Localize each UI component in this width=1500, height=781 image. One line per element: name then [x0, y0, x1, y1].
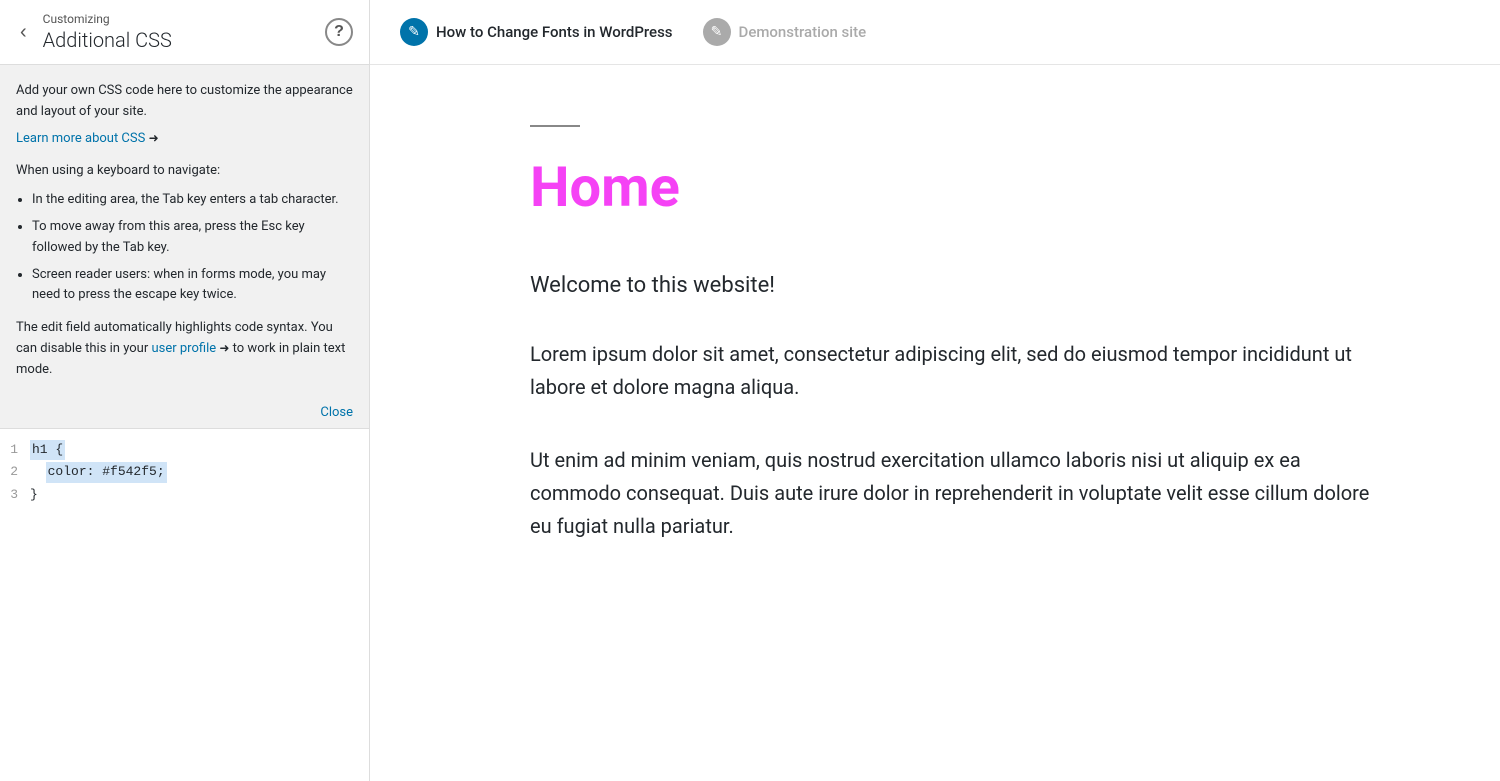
code-line-1: 1 h1 { — [0, 439, 369, 462]
external-icon-2: ➜ — [219, 341, 229, 355]
code-text-1: h1 { — [30, 440, 65, 461]
code-text-3: } — [30, 485, 38, 506]
customizer-panel: ‹ Customizing Additional CSS ? Add your … — [0, 0, 370, 781]
help-button[interactable]: ? — [325, 18, 353, 46]
external-icon: ➜ — [149, 131, 159, 145]
code-editor[interactable]: 1 h1 { 2 color: #f542f5; 3 } — [0, 428, 369, 781]
panel-info: Add your own CSS code here to customize … — [0, 65, 369, 397]
preview-link-1[interactable]: ✎ How to Change Fonts in WordPress — [400, 18, 673, 46]
preview-subtitle: Welcome to this website! — [530, 269, 1370, 302]
preview-content: Home Welcome to this website! Lorem ipsu… — [370, 65, 1470, 643]
preview-body-1: Lorem ipsum dolor sit amet, consectetur … — [530, 338, 1370, 404]
back-button[interactable]: ‹ — [16, 18, 31, 46]
preview-link-1-text: How to Change Fonts in WordPress — [436, 23, 673, 41]
preview-toolbar: ✎ How to Change Fonts in WordPress ✎ Dem… — [370, 0, 1500, 65]
learn-more-link[interactable]: Learn more about CSS — [16, 131, 145, 146]
preview-link-2-text: Demonstration site — [739, 23, 867, 41]
line-num-2: 2 — [0, 462, 30, 483]
code-line-2: 2 color: #f542f5; — [0, 461, 369, 484]
bullet-list: In the editing area, the Tab key enters … — [32, 190, 353, 306]
code-line-3: 3 } — [0, 484, 369, 507]
line-num-3: 3 — [0, 485, 30, 506]
keyboard-label: When using a keyboard to navigate: — [16, 161, 353, 182]
user-profile-link[interactable]: user profile — [151, 341, 216, 356]
preview-panel: ✎ How to Change Fonts in WordPress ✎ Dem… — [370, 0, 1500, 781]
close-link[interactable]: Close — [320, 405, 353, 420]
code-lines: 1 h1 { 2 color: #f542f5; 3 } — [0, 429, 369, 517]
bullet-item-2: To move away from this area, press the E… — [32, 217, 353, 259]
code-color-property: color: #f542f5; — [46, 462, 167, 483]
edit-field-note: The edit field automatically highlights … — [16, 318, 353, 380]
preview-body-2: Ut enim ad minim veniam, quis nostrud ex… — [530, 444, 1370, 543]
customizing-label: Customizing — [43, 12, 325, 26]
code-h1-keyword: h1 { — [30, 440, 65, 461]
bullet-item-1: In the editing area, the Tab key enters … — [32, 190, 353, 211]
info-text-1: Add your own CSS code here to customize … — [16, 81, 353, 123]
line-num-1: 1 — [0, 440, 30, 461]
preview-link-2[interactable]: ✎ Demonstration site — [703, 18, 867, 46]
edit-icon-1: ✎ — [400, 18, 428, 46]
header-title-group: Customizing Additional CSS — [43, 12, 325, 52]
close-link-container: Close — [0, 397, 369, 428]
bullet-item-3: Screen reader users: when in forms mode,… — [32, 265, 353, 307]
panel-header: ‹ Customizing Additional CSS ? — [0, 0, 369, 65]
preview-heading: Home — [530, 157, 1370, 219]
panel-title: Additional CSS — [43, 28, 325, 52]
code-text-2: color: #f542f5; — [30, 462, 167, 483]
preview-divider — [530, 125, 580, 127]
edit-icon-2: ✎ — [703, 18, 731, 46]
